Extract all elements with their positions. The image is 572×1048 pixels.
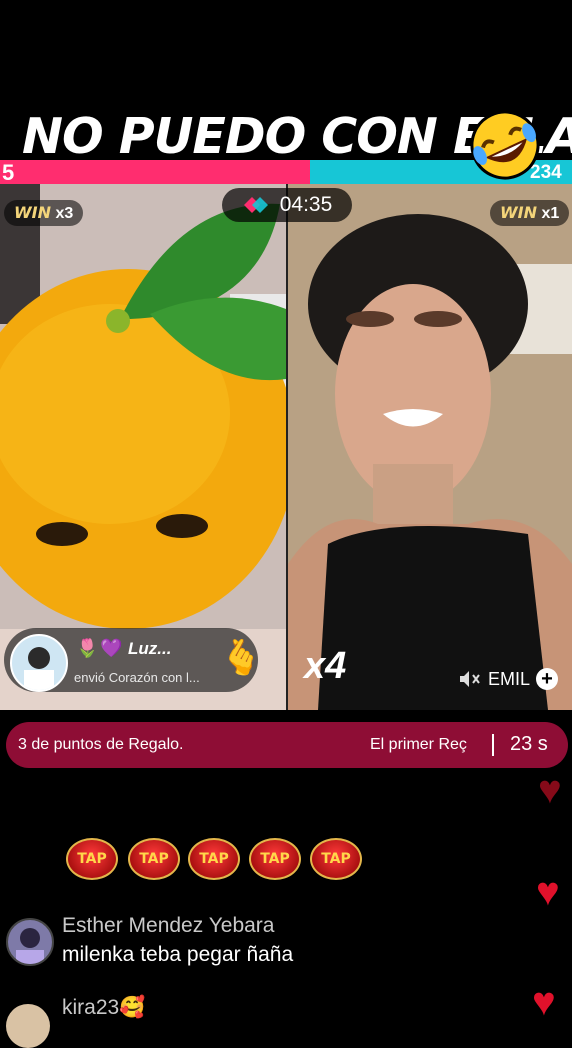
gift-sender-name: Luz...: [128, 639, 172, 658]
right-win-badge: WIN x1: [490, 200, 570, 226]
chat-avatar[interactable]: [6, 1004, 50, 1048]
battle-timer: 04:35: [222, 188, 352, 222]
battle-icon: [243, 197, 268, 213]
mute-icon[interactable]: [458, 669, 482, 689]
banner-right-text: El primer Reç: [370, 736, 467, 753]
tap-button[interactable]: TAP: [310, 838, 362, 880]
heart-icon: ♥: [532, 980, 556, 1024]
purple-heart-icon: 💜: [100, 638, 123, 658]
right-host-controls[interactable]: EMIL +: [458, 668, 559, 690]
heart-icon: ♥: [536, 870, 560, 914]
win-count: x3: [55, 205, 74, 222]
tap-button[interactable]: TAP: [188, 838, 240, 880]
gift-sender-avatar[interactable]: [10, 634, 68, 692]
multiplier-badge: x4: [304, 645, 347, 687]
gift-description: envió Corazón con l...: [74, 670, 200, 685]
banner-left-text: 3 de puntos de Regalo.: [18, 736, 184, 753]
host-camera-image: [288, 184, 572, 710]
win-count: x1: [541, 205, 560, 222]
tap-button[interactable]: TAP: [66, 838, 118, 880]
right-host-name: EMIL: [488, 668, 531, 689]
chat-message: milenka teba pegar ñaña: [62, 943, 294, 966]
win-label: WIN: [500, 203, 537, 222]
tulip-icon: 🌷: [76, 638, 99, 658]
panel-divider: [286, 184, 288, 710]
chat-username[interactable]: kira23🥰: [62, 996, 145, 1020]
laughing-emoji-icon: [470, 110, 540, 180]
right-video-panel[interactable]: [288, 184, 572, 710]
follow-plus-icon[interactable]: +: [536, 668, 559, 690]
chat-username[interactable]: Esther Mendez Yebara: [62, 914, 274, 938]
heart-icon: ♥: [538, 768, 562, 812]
left-score: 5: [2, 160, 15, 185]
timer-text: 04:35: [279, 193, 333, 216]
left-win-badge: WIN x3: [4, 200, 84, 226]
finger-heart-icon: 🫰: [220, 639, 263, 677]
banner-separator: [492, 734, 494, 756]
tap-button[interactable]: TAP: [128, 838, 180, 880]
banner-countdown: 23 s: [510, 733, 548, 755]
win-label: WIN: [14, 203, 51, 222]
chat-avatar[interactable]: [6, 918, 54, 966]
tap-button[interactable]: TAP: [249, 838, 301, 880]
